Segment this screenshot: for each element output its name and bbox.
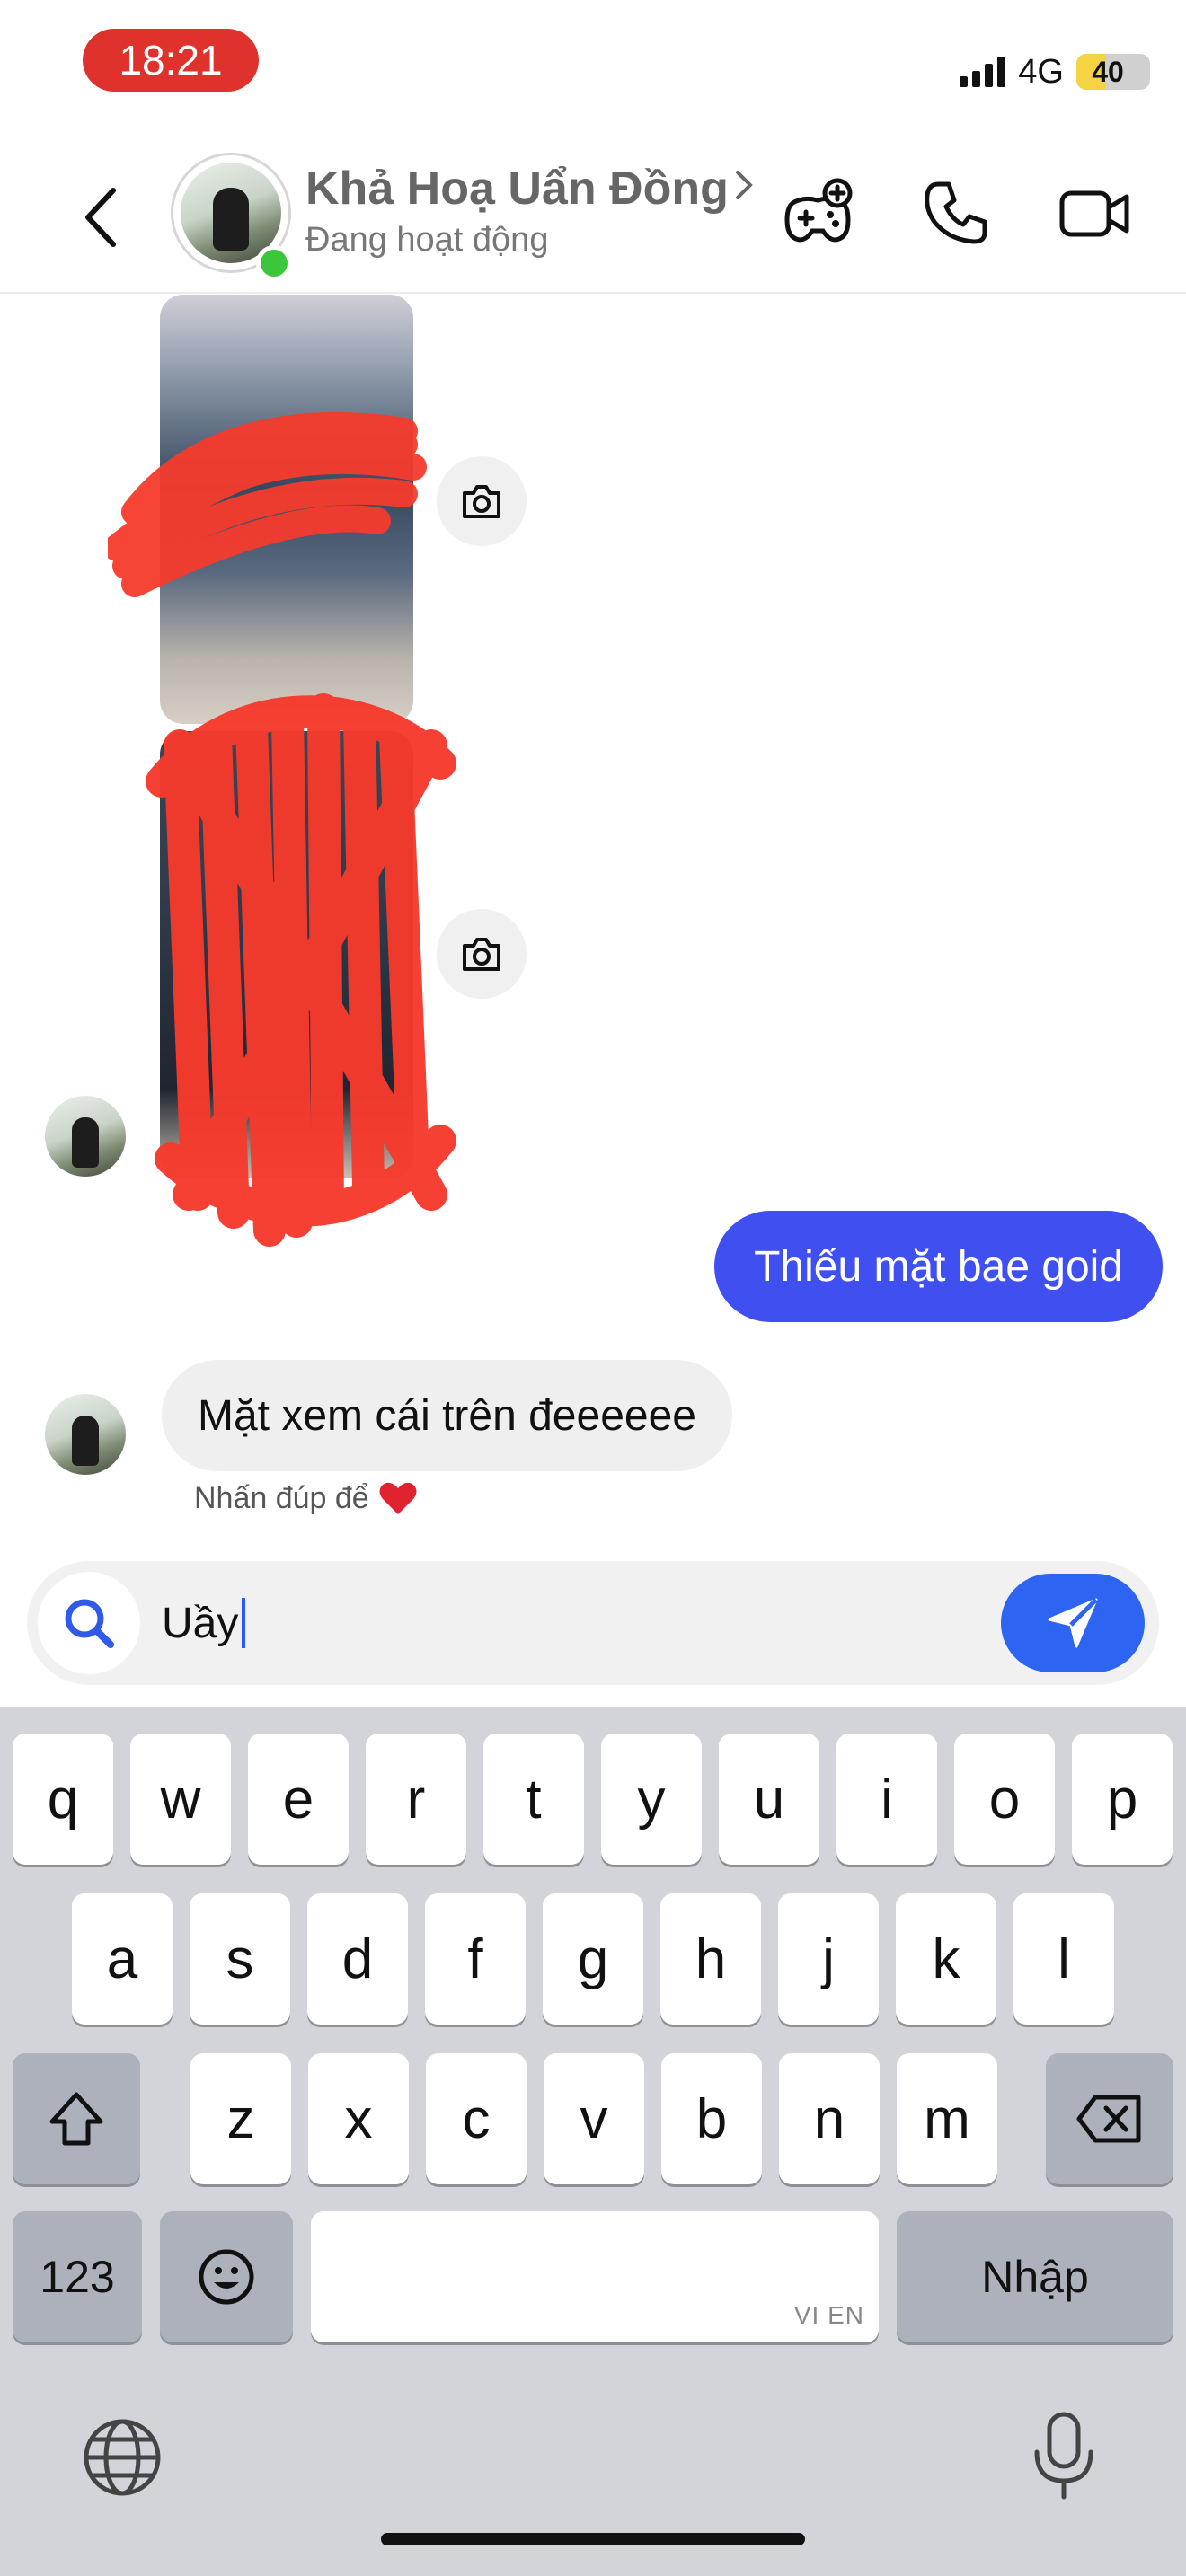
outgoing-message[interactable]: Thiếu mặt bae goid — [714, 1211, 1163, 1322]
signal-icon — [960, 57, 1006, 87]
incoming-message[interactable]: Mặt xem cái trên đeeeeee — [162, 1360, 732, 1471]
key-g[interactable]: g — [543, 1893, 643, 2025]
call-button[interactable] — [918, 175, 994, 251]
message-composer: Uầy — [27, 1561, 1159, 1685]
camera-reply-button[interactable] — [437, 909, 527, 999]
chevron-right-icon — [736, 171, 753, 199]
online-indicator — [256, 245, 292, 281]
send-icon — [1048, 1598, 1098, 1648]
key-i[interactable]: i — [836, 1734, 937, 1865]
language-indicator: VI EN — [793, 2301, 864, 2329]
search-button[interactable] — [38, 1572, 140, 1674]
message-input[interactable]: Uầy — [162, 1592, 246, 1654]
key-d[interactable]: d — [307, 1893, 408, 2025]
status-indicators: 4G 40 — [960, 47, 1150, 97]
sender-avatar[interactable] — [45, 1096, 126, 1177]
key-k[interactable]: k — [896, 1893, 996, 2025]
key-z[interactable]: z — [190, 2053, 291, 2184]
globe-button[interactable] — [81, 2416, 164, 2503]
battery-icon: 40 — [1076, 54, 1150, 90]
keyboard: qwertyuiop asdfghjkl zxcvbnm 123 VI EN N… — [0, 1707, 1186, 2576]
back-arrow-icon — [85, 188, 116, 247]
dictation-button[interactable] — [1028, 2409, 1100, 2507]
battery-level: 40 — [1092, 55, 1124, 88]
game-button[interactable] — [780, 175, 855, 251]
sender-avatar[interactable] — [45, 1394, 126, 1475]
home-indicator — [381, 2533, 805, 2545]
key-o[interactable]: o — [954, 1734, 1055, 1865]
camera-icon — [463, 485, 500, 518]
key-x[interactable]: x — [308, 2053, 409, 2184]
key-t[interactable]: t — [483, 1734, 584, 1865]
chat-header: Khả Hoạ Uẩn Đồng Đang hoạt động — [0, 135, 1186, 294]
microphone-icon — [1034, 2412, 1093, 2500]
key-h[interactable]: h — [660, 1893, 761, 2025]
status-time: 18:21 — [83, 29, 259, 92]
network-type: 4G — [1018, 52, 1064, 91]
shift-key[interactable] — [13, 2053, 140, 2184]
contact-name[interactable]: Khả Hoạ Uẩn Đồng — [305, 162, 729, 216]
numbers-key[interactable]: 123 — [13, 2211, 142, 2342]
send-button[interactable] — [1001, 1574, 1145, 1672]
contact-avatar[interactable] — [171, 153, 292, 281]
hint-text: Nhấn đúp để — [194, 1480, 369, 1515]
emoji-icon — [199, 2249, 254, 2305]
text-cursor — [242, 1598, 246, 1648]
key-q[interactable]: q — [13, 1734, 113, 1865]
game-controller-icon — [784, 178, 853, 243]
globe-icon — [84, 2419, 161, 2496]
key-b[interactable]: b — [661, 2053, 762, 2184]
message-photo-2[interactable] — [160, 731, 413, 1178]
phone-icon — [925, 181, 987, 244]
key-l[interactable]: l — [1013, 1893, 1114, 2025]
key-v[interactable]: v — [544, 2053, 644, 2184]
key-c[interactable]: c — [426, 2053, 527, 2184]
key-n[interactable]: n — [779, 2053, 880, 2184]
backspace-icon — [1076, 2095, 1141, 2143]
video-call-button[interactable] — [1057, 175, 1132, 251]
space-key[interactable]: VI EN — [311, 2211, 879, 2342]
back-button[interactable] — [75, 181, 129, 253]
key-s[interactable]: s — [190, 1893, 290, 2025]
key-a[interactable]: a — [72, 1893, 173, 2025]
camera-icon — [463, 938, 500, 971]
key-w[interactable]: w — [130, 1734, 231, 1865]
key-f[interactable]: f — [425, 1893, 526, 2025]
emoji-key[interactable] — [160, 2211, 293, 2342]
key-u[interactable]: u — [719, 1734, 819, 1865]
double-tap-hint: Nhấn đúp để — [194, 1480, 418, 1516]
shift-icon — [49, 2092, 103, 2146]
key-y[interactable]: y — [601, 1734, 702, 1865]
message-input-text: Uầy — [162, 1599, 239, 1647]
backspace-key[interactable] — [1046, 2053, 1173, 2184]
heart-icon — [379, 1482, 417, 1514]
camera-reply-button[interactable] — [437, 456, 527, 546]
return-key[interactable]: Nhập — [897, 2211, 1173, 2342]
chat-screen: 18:21 4G 40 Khả Hoạ Uẩn Đồng Đang hoạt đ… — [0, 0, 1186, 2576]
message-photo-1[interactable] — [160, 295, 413, 724]
active-status: Đang hoạt động — [305, 221, 549, 259]
key-p[interactable]: p — [1072, 1734, 1173, 1865]
search-icon — [65, 1599, 114, 1648]
key-r[interactable]: r — [366, 1734, 466, 1865]
key-j[interactable]: j — [778, 1893, 879, 2025]
key-e[interactable]: e — [248, 1734, 349, 1865]
video-camera-icon — [1059, 190, 1129, 237]
key-m[interactable]: m — [897, 2053, 997, 2184]
